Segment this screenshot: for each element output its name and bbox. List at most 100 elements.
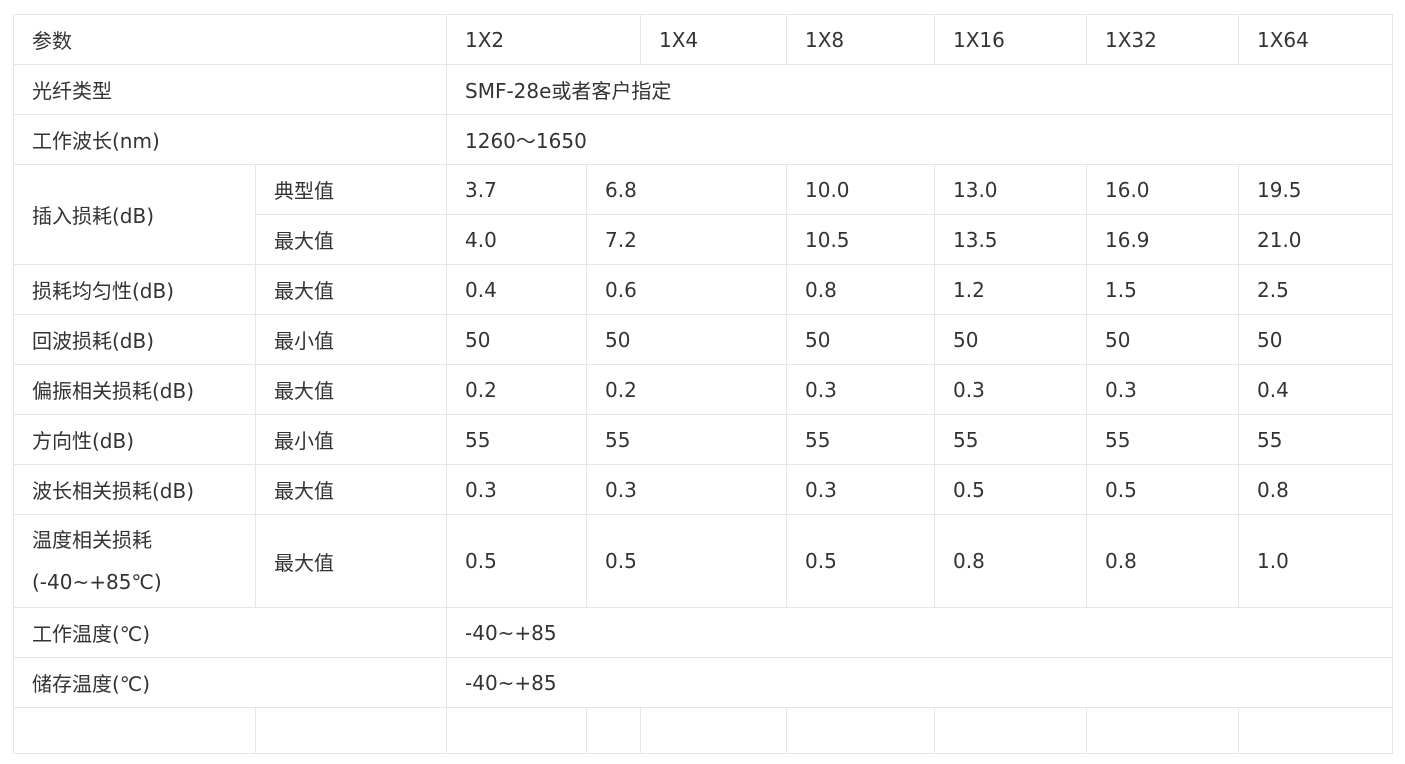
spec-row: 波长相关损耗(dB) 最大值 0.3 0.3 0.3 0.5 0.5 0.8 [13,464,1393,515]
value-cell: 50 [786,314,935,365]
value-cell: 1.2 [934,264,1087,315]
value-cell: 55 [1238,414,1393,465]
value-cell: 0.8 [934,514,1087,608]
empty-cell [13,707,256,754]
value-cell: 0.3 [586,464,787,515]
value-cell: 10.5 [786,214,935,265]
empty-cell [586,707,641,754]
storage-temp-row: 储存温度(℃) -40~+85 [13,657,1393,708]
empty-cell [446,707,587,754]
value-cell: 0.8 [1238,464,1393,515]
wavelength-row: 工作波长(nm) 1260～1650 [13,114,1393,165]
value-cell: 55 [446,414,587,465]
empty-cell [1238,707,1393,754]
value-cell: 50 [1086,314,1239,365]
value-cell: 19.5 [1238,164,1393,215]
spec-table: 参数 1X2 1X4 1X8 1X16 1X32 1X64 光纤类型 SMF-2… [13,14,1393,754]
row-label: 回波损耗(dB) [13,314,256,365]
value-cell: 0.3 [1086,364,1239,415]
value-cell: 55 [934,414,1087,465]
row-sublabel: 最大值 [255,264,447,315]
row-value: 1260～1650 [446,114,1393,165]
value-cell: 13.5 [934,214,1087,265]
header-1x32: 1X32 [1086,14,1239,65]
fiber-type-row: 光纤类型 SMF-28e或者客户指定 [13,64,1393,115]
row-value: -40~+85 [446,657,1393,708]
row-label: 损耗均匀性(dB) [13,264,256,315]
row-value: SMF-28e或者客户指定 [446,64,1393,115]
value-cell: 55 [1086,414,1239,465]
header-1x2: 1X2 [446,14,641,65]
value-cell: 0.6 [586,264,787,315]
row-sublabel: 最大值 [255,514,447,608]
row-value: -40~+85 [446,607,1393,658]
header-param: 参数 [13,14,447,65]
value-cell: 55 [586,414,787,465]
value-cell: 16.9 [1086,214,1239,265]
value-cell: 0.8 [1086,514,1239,608]
spec-row: 回波损耗(dB) 最小值 50 50 50 50 50 50 [13,314,1393,365]
value-cell: 0.5 [586,514,787,608]
row-label: 方向性(dB) [13,414,256,465]
value-cell: 50 [1238,314,1393,365]
value-cell: 0.5 [446,514,587,608]
value-cell: 50 [934,314,1087,365]
empty-row [13,707,1393,754]
insertion-loss-typical-row: 插入损耗(dB) 典型值 3.7 6.8 10.0 13.0 16.0 19.5 [13,164,1393,265]
value-cell: 7.2 [586,214,787,265]
spec-row: 方向性(dB) 最小值 55 55 55 55 55 55 [13,414,1393,465]
row-label: 波长相关损耗(dB) [13,464,256,515]
value-cell: 50 [446,314,587,365]
value-cell: 2.5 [1238,264,1393,315]
row-label: 工作波长(nm) [13,114,447,165]
value-cell: 0.5 [934,464,1087,515]
row-label: 偏振相关损耗(dB) [13,364,256,415]
header-1x64: 1X64 [1238,14,1393,65]
value-cell: 3.7 [446,164,587,215]
empty-cell [640,707,787,754]
row-label: 储存温度(℃) [13,657,447,708]
value-cell: 0.3 [786,464,935,515]
value-cell: 0.3 [786,364,935,415]
empty-cell [1086,707,1239,754]
header-row: 参数 1X2 1X4 1X8 1X16 1X32 1X64 [13,14,1393,65]
row-sublabel: 最大值 [255,214,447,265]
value-cell: 0.5 [1086,464,1239,515]
row-label: 温度相关损耗(-40~+85℃) [13,514,256,608]
row-sublabel: 最大值 [255,464,447,515]
row-sublabel: 典型值 [255,164,447,215]
value-cell: 0.4 [1238,364,1393,415]
value-cell: 0.8 [786,264,935,315]
cutoff-text-fragment [800,757,1050,764]
row-label: 插入损耗(dB) [13,164,256,265]
spec-row: 偏振相关损耗(dB) 最大值 0.2 0.2 0.3 0.3 0.3 0.4 [13,364,1393,415]
value-cell: 0.3 [934,364,1087,415]
value-cell: 16.0 [1086,164,1239,215]
value-cell: 4.0 [446,214,587,265]
value-cell: 0.3 [446,464,587,515]
value-cell: 1.5 [1086,264,1239,315]
empty-cell [934,707,1087,754]
header-1x16: 1X16 [934,14,1087,65]
row-sublabel: 最大值 [255,364,447,415]
value-cell: 0.2 [446,364,587,415]
spec-row: 损耗均匀性(dB) 最大值 0.4 0.6 0.8 1.2 1.5 2.5 [13,264,1393,315]
row-sublabel: 最小值 [255,314,447,365]
value-cell: 13.0 [934,164,1087,215]
value-cell: 10.0 [786,164,935,215]
row-label: 工作温度(℃) [13,607,447,658]
value-cell: 0.2 [586,364,787,415]
empty-cell [786,707,935,754]
value-cell: 0.5 [786,514,935,608]
value-cell: 21.0 [1238,214,1393,265]
empty-cell [255,707,447,754]
row-label: 光纤类型 [13,64,447,115]
value-cell: 6.8 [586,164,787,215]
header-1x4: 1X4 [640,14,787,65]
value-cell: 1.0 [1238,514,1393,608]
header-1x8: 1X8 [786,14,935,65]
row-sublabel: 最小值 [255,414,447,465]
value-cell: 0.4 [446,264,587,315]
operating-temp-row: 工作温度(℃) -40~+85 [13,607,1393,658]
value-cell: 50 [586,314,787,365]
